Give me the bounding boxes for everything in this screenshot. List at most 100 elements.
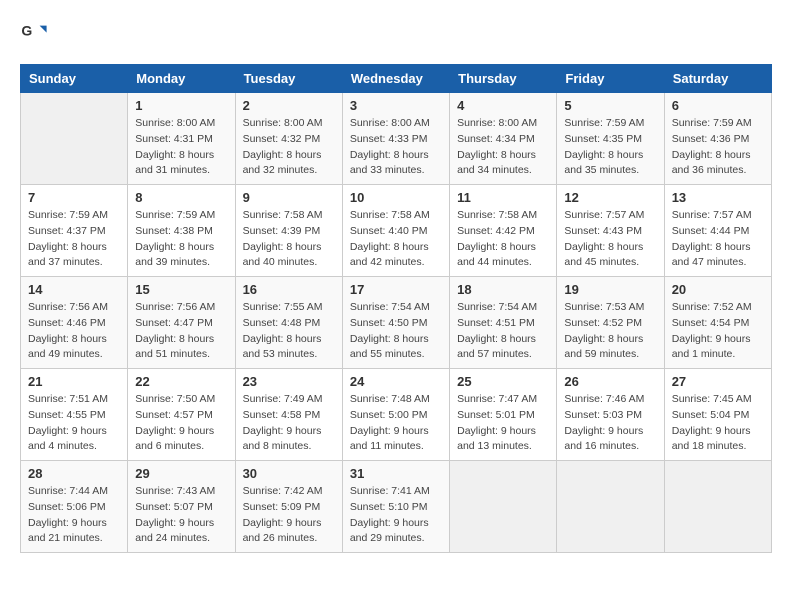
calendar-cell: 6 Sunrise: 7:59 AMSunset: 4:36 PMDayligh…: [664, 93, 771, 185]
calendar-cell: 11 Sunrise: 7:58 AMSunset: 4:42 PMDaylig…: [450, 185, 557, 277]
week-row-2: 7 Sunrise: 7:59 AMSunset: 4:37 PMDayligh…: [21, 185, 772, 277]
calendar-cell: 17 Sunrise: 7:54 AMSunset: 4:50 PMDaylig…: [342, 277, 449, 369]
day-info: Sunrise: 7:54 AMSunset: 4:51 PMDaylight:…: [457, 300, 549, 363]
calendar-cell: 30 Sunrise: 7:42 AMSunset: 5:09 PMDaylig…: [235, 461, 342, 553]
logo: G: [20, 20, 50, 48]
week-row-3: 14 Sunrise: 7:56 AMSunset: 4:46 PMDaylig…: [21, 277, 772, 369]
day-number: 3: [350, 98, 442, 113]
day-number: 25: [457, 374, 549, 389]
day-info: Sunrise: 7:59 AMSunset: 4:38 PMDaylight:…: [135, 208, 227, 271]
day-number: 11: [457, 190, 549, 205]
header-cell-thursday: Thursday: [450, 65, 557, 93]
day-number: 13: [672, 190, 764, 205]
day-number: 22: [135, 374, 227, 389]
day-number: 28: [28, 466, 120, 481]
calendar-cell: 13 Sunrise: 7:57 AMSunset: 4:44 PMDaylig…: [664, 185, 771, 277]
day-info: Sunrise: 8:00 AMSunset: 4:32 PMDaylight:…: [243, 116, 335, 179]
day-number: 24: [350, 374, 442, 389]
day-number: 5: [564, 98, 656, 113]
calendar-cell: 31 Sunrise: 7:41 AMSunset: 5:10 PMDaylig…: [342, 461, 449, 553]
day-info: Sunrise: 7:55 AMSunset: 4:48 PMDaylight:…: [243, 300, 335, 363]
day-info: Sunrise: 8:00 AMSunset: 4:34 PMDaylight:…: [457, 116, 549, 179]
calendar-cell: 25 Sunrise: 7:47 AMSunset: 5:01 PMDaylig…: [450, 369, 557, 461]
header-cell-wednesday: Wednesday: [342, 65, 449, 93]
day-info: Sunrise: 7:51 AMSunset: 4:55 PMDaylight:…: [28, 392, 120, 455]
calendar-cell: 23 Sunrise: 7:49 AMSunset: 4:58 PMDaylig…: [235, 369, 342, 461]
day-number: 7: [28, 190, 120, 205]
day-number: 10: [350, 190, 442, 205]
calendar-cell: 28 Sunrise: 7:44 AMSunset: 5:06 PMDaylig…: [21, 461, 128, 553]
calendar-cell: 1 Sunrise: 8:00 AMSunset: 4:31 PMDayligh…: [128, 93, 235, 185]
calendar-cell: 18 Sunrise: 7:54 AMSunset: 4:51 PMDaylig…: [450, 277, 557, 369]
day-number: 2: [243, 98, 335, 113]
header-row: SundayMondayTuesdayWednesdayThursdayFrid…: [21, 65, 772, 93]
day-number: 30: [243, 466, 335, 481]
day-number: 8: [135, 190, 227, 205]
day-info: Sunrise: 7:47 AMSunset: 5:01 PMDaylight:…: [457, 392, 549, 455]
calendar-cell: 9 Sunrise: 7:58 AMSunset: 4:39 PMDayligh…: [235, 185, 342, 277]
day-info: Sunrise: 7:57 AMSunset: 4:43 PMDaylight:…: [564, 208, 656, 271]
header-cell-friday: Friday: [557, 65, 664, 93]
page-header: G: [20, 20, 772, 48]
day-number: 1: [135, 98, 227, 113]
day-info: Sunrise: 7:46 AMSunset: 5:03 PMDaylight:…: [564, 392, 656, 455]
day-number: 12: [564, 190, 656, 205]
calendar-cell: 4 Sunrise: 8:00 AMSunset: 4:34 PMDayligh…: [450, 93, 557, 185]
calendar-body: 1 Sunrise: 8:00 AMSunset: 4:31 PMDayligh…: [21, 93, 772, 553]
calendar-cell: 26 Sunrise: 7:46 AMSunset: 5:03 PMDaylig…: [557, 369, 664, 461]
day-number: 18: [457, 282, 549, 297]
header-cell-monday: Monday: [128, 65, 235, 93]
calendar-cell: 16 Sunrise: 7:55 AMSunset: 4:48 PMDaylig…: [235, 277, 342, 369]
day-number: 4: [457, 98, 549, 113]
calendar-cell: 5 Sunrise: 7:59 AMSunset: 4:35 PMDayligh…: [557, 93, 664, 185]
day-info: Sunrise: 8:00 AMSunset: 4:31 PMDaylight:…: [135, 116, 227, 179]
day-info: Sunrise: 8:00 AMSunset: 4:33 PMDaylight:…: [350, 116, 442, 179]
day-number: 14: [28, 282, 120, 297]
day-info: Sunrise: 7:45 AMSunset: 5:04 PMDaylight:…: [672, 392, 764, 455]
calendar-cell: 29 Sunrise: 7:43 AMSunset: 5:07 PMDaylig…: [128, 461, 235, 553]
day-number: 17: [350, 282, 442, 297]
calendar-cell: 7 Sunrise: 7:59 AMSunset: 4:37 PMDayligh…: [21, 185, 128, 277]
day-info: Sunrise: 7:49 AMSunset: 4:58 PMDaylight:…: [243, 392, 335, 455]
week-row-4: 21 Sunrise: 7:51 AMSunset: 4:55 PMDaylig…: [21, 369, 772, 461]
calendar-cell: 15 Sunrise: 7:56 AMSunset: 4:47 PMDaylig…: [128, 277, 235, 369]
day-info: Sunrise: 7:50 AMSunset: 4:57 PMDaylight:…: [135, 392, 227, 455]
svg-text:G: G: [21, 22, 32, 38]
calendar-cell: 10 Sunrise: 7:58 AMSunset: 4:40 PMDaylig…: [342, 185, 449, 277]
day-number: 31: [350, 466, 442, 481]
day-info: Sunrise: 7:59 AMSunset: 4:36 PMDaylight:…: [672, 116, 764, 179]
day-info: Sunrise: 7:59 AMSunset: 4:35 PMDaylight:…: [564, 116, 656, 179]
day-number: 26: [564, 374, 656, 389]
day-info: Sunrise: 7:59 AMSunset: 4:37 PMDaylight:…: [28, 208, 120, 271]
calendar-cell: [450, 461, 557, 553]
day-info: Sunrise: 7:43 AMSunset: 5:07 PMDaylight:…: [135, 484, 227, 547]
calendar-cell: 19 Sunrise: 7:53 AMSunset: 4:52 PMDaylig…: [557, 277, 664, 369]
calendar-cell: 12 Sunrise: 7:57 AMSunset: 4:43 PMDaylig…: [557, 185, 664, 277]
day-number: 9: [243, 190, 335, 205]
header-cell-sunday: Sunday: [21, 65, 128, 93]
day-info: Sunrise: 7:53 AMSunset: 4:52 PMDaylight:…: [564, 300, 656, 363]
day-info: Sunrise: 7:58 AMSunset: 4:39 PMDaylight:…: [243, 208, 335, 271]
logo-icon: G: [20, 20, 48, 48]
calendar-cell: [664, 461, 771, 553]
calendar-cell: 2 Sunrise: 8:00 AMSunset: 4:32 PMDayligh…: [235, 93, 342, 185]
calendar-cell: 22 Sunrise: 7:50 AMSunset: 4:57 PMDaylig…: [128, 369, 235, 461]
week-row-5: 28 Sunrise: 7:44 AMSunset: 5:06 PMDaylig…: [21, 461, 772, 553]
calendar-cell: 20 Sunrise: 7:52 AMSunset: 4:54 PMDaylig…: [664, 277, 771, 369]
day-number: 23: [243, 374, 335, 389]
day-number: 15: [135, 282, 227, 297]
header-cell-tuesday: Tuesday: [235, 65, 342, 93]
calendar-cell: 3 Sunrise: 8:00 AMSunset: 4:33 PMDayligh…: [342, 93, 449, 185]
calendar-table: SundayMondayTuesdayWednesdayThursdayFrid…: [20, 64, 772, 553]
calendar-cell: 27 Sunrise: 7:45 AMSunset: 5:04 PMDaylig…: [664, 369, 771, 461]
calendar-cell: [557, 461, 664, 553]
day-info: Sunrise: 7:48 AMSunset: 5:00 PMDaylight:…: [350, 392, 442, 455]
day-number: 29: [135, 466, 227, 481]
day-info: Sunrise: 7:56 AMSunset: 4:47 PMDaylight:…: [135, 300, 227, 363]
day-info: Sunrise: 7:54 AMSunset: 4:50 PMDaylight:…: [350, 300, 442, 363]
calendar-header: SundayMondayTuesdayWednesdayThursdayFrid…: [21, 65, 772, 93]
day-number: 19: [564, 282, 656, 297]
day-info: Sunrise: 7:58 AMSunset: 4:40 PMDaylight:…: [350, 208, 442, 271]
day-number: 27: [672, 374, 764, 389]
calendar-cell: 21 Sunrise: 7:51 AMSunset: 4:55 PMDaylig…: [21, 369, 128, 461]
